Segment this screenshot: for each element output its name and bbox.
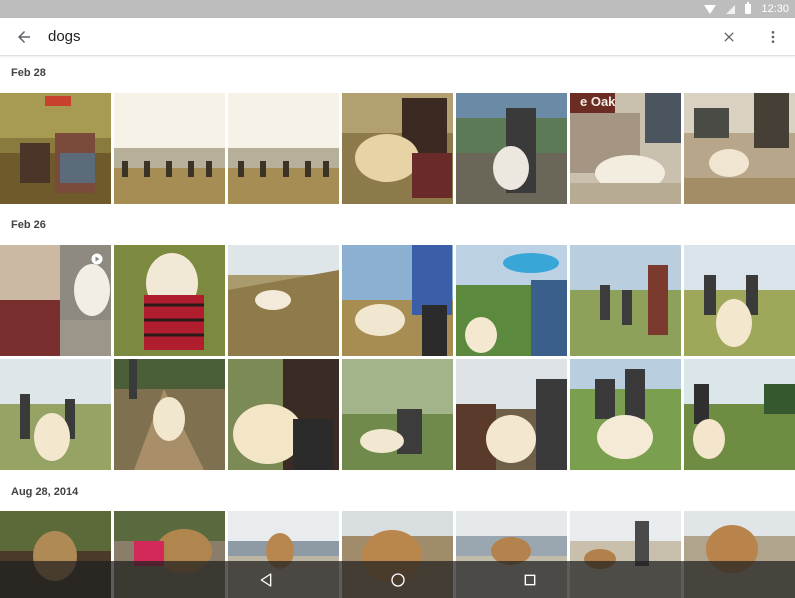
photo-thumbnail[interactable] (570, 359, 681, 470)
photo-thumbnail[interactable] (342, 93, 453, 204)
battery-icon (745, 2, 752, 14)
clear-search-button[interactable] (707, 18, 751, 56)
status-bar: 12:30 (0, 0, 795, 18)
circle-home-icon (390, 572, 405, 587)
section-date-header: Aug 28, 2014 (11, 486, 79, 498)
back-button[interactable] (0, 18, 48, 56)
section-date-header: Feb 28 (11, 67, 46, 79)
triangle-back-icon (260, 572, 271, 587)
nav-back-button[interactable] (248, 565, 284, 595)
photo-thumbnail[interactable] (228, 93, 339, 204)
status-time: 12:30 (761, 3, 789, 15)
arrow-back-icon (18, 30, 30, 43)
more-options-button[interactable] (751, 18, 795, 56)
photo-thumbnail[interactable]: e Oak (570, 93, 681, 204)
photo-thumbnail[interactable] (570, 245, 681, 356)
photo-thumbnail[interactable] (684, 245, 795, 356)
system-nav-bar (0, 561, 795, 598)
photo-thumbnail[interactable] (342, 245, 453, 356)
photo-sign-text: e Oak (580, 94, 616, 109)
motion-photo-icon (91, 253, 103, 265)
search-bar: dogs (0, 18, 795, 56)
square-recents-icon (524, 574, 535, 585)
photo-thumbnail[interactable] (342, 359, 453, 470)
photo-thumbnail[interactable] (456, 359, 567, 470)
photo-thumbnail[interactable] (114, 245, 225, 356)
nav-recents-button[interactable] (512, 565, 548, 595)
more-vert-icon (771, 30, 775, 43)
photo-thumbnail[interactable] (456, 245, 567, 356)
close-icon (724, 31, 734, 42)
photo-thumbnail[interactable] (0, 93, 111, 204)
photo-thumbnail[interactable] (114, 93, 225, 204)
nav-home-button[interactable] (380, 565, 416, 595)
wifi-icon (704, 4, 717, 14)
photo-row (0, 245, 795, 356)
signal-icon (726, 4, 736, 14)
photo-thumbnail[interactable] (684, 359, 795, 470)
photo-row (0, 359, 795, 470)
photo-thumbnail[interactable] (0, 245, 111, 356)
photo-thumbnail[interactable] (684, 93, 795, 204)
photo-thumbnail[interactable] (228, 245, 339, 356)
search-query-input[interactable]: dogs (48, 28, 707, 45)
section-date-header: Feb 26 (11, 219, 46, 231)
photo-thumbnail[interactable] (228, 359, 339, 470)
photo-thumbnail[interactable] (114, 359, 225, 470)
photo-row: e Oak (0, 93, 795, 204)
photo-thumbnail[interactable] (456, 93, 567, 204)
photo-thumbnail[interactable] (0, 359, 111, 470)
